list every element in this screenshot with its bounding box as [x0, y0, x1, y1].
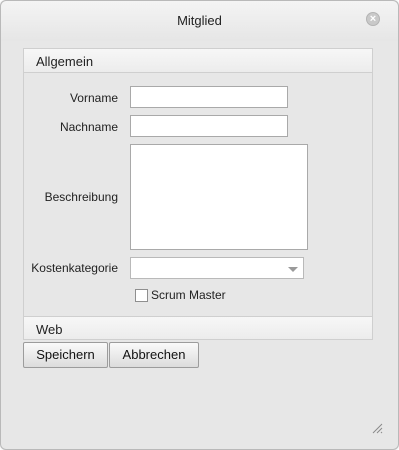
- scrum-master-label: Scrum Master: [151, 288, 226, 302]
- nachname-field[interactable]: [130, 115, 288, 137]
- save-button[interactable]: Speichern: [23, 342, 108, 368]
- scrum-master-checkbox[interactable]: [135, 289, 148, 302]
- beschreibung-label: Beschreibung: [44, 190, 118, 204]
- section-web-header[interactable]: Web: [24, 316, 372, 340]
- member-dialog: Mitglied × Allgemein Vorname Nachname Be…: [0, 0, 399, 450]
- section-web-title: Web: [36, 322, 63, 337]
- vorname-field[interactable]: [130, 86, 288, 108]
- cancel-button[interactable]: Abbrechen: [109, 342, 199, 368]
- section-general-title: Allgemein: [36, 54, 94, 69]
- form-panel: Allgemein Vorname Nachname Beschreibung …: [23, 48, 373, 340]
- close-icon[interactable]: ×: [366, 12, 380, 26]
- section-general-header[interactable]: Allgemein: [24, 49, 372, 73]
- dialog-title: Mitglied: [177, 13, 222, 28]
- nachname-label: Nachname: [59, 120, 118, 134]
- kostenkategorie-label: Kostenkategorie: [31, 261, 118, 275]
- chevron-down-icon[interactable]: [288, 267, 298, 272]
- kostenkategorie-select[interactable]: [130, 257, 304, 279]
- beschreibung-textarea[interactable]: [130, 144, 308, 250]
- vorname-label: Vorname: [69, 91, 118, 105]
- dialog-titlebar[interactable]: Mitglied ×: [1, 1, 398, 41]
- resize-grip-icon[interactable]: [371, 422, 383, 434]
